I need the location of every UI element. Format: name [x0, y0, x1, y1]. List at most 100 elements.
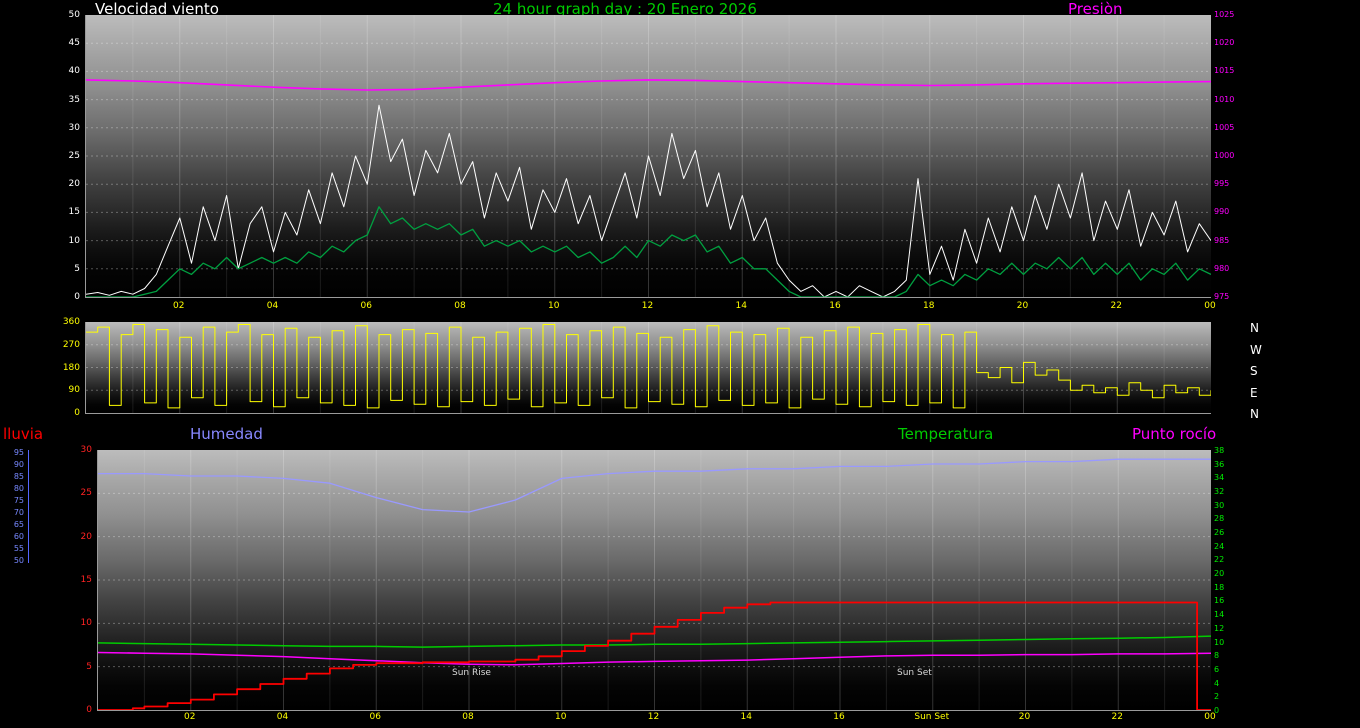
- axis-tick: 2: [1214, 692, 1254, 702]
- axis-tick: 32: [1214, 487, 1254, 497]
- axis-tick: 95: [0, 448, 24, 458]
- axis-tick: 18: [1214, 583, 1254, 593]
- axis-tick: 990: [1214, 207, 1254, 217]
- axis-tick: 12: [1214, 624, 1254, 634]
- axis-tick: 90: [40, 385, 80, 395]
- axis-tick: 1025: [1214, 10, 1254, 20]
- rain-label: lluvia: [3, 425, 43, 443]
- axis-tick: 90: [0, 460, 24, 470]
- axis-tick: 38: [1214, 446, 1254, 456]
- axis-tick: 995: [1214, 179, 1254, 189]
- axis-tick: 4: [1214, 679, 1254, 689]
- axis-tick: 04: [258, 712, 308, 722]
- axis-tick: 180: [40, 363, 80, 373]
- wind-pressure-chart: [85, 15, 1211, 298]
- axis-tick: W: [1250, 345, 1270, 355]
- axis-tick: 20: [1214, 569, 1254, 579]
- axis-tick: 65: [0, 520, 24, 530]
- axis-tick: 1010: [1214, 95, 1254, 105]
- axis-tick: 360: [40, 317, 80, 327]
- axis-tick: 10: [52, 618, 92, 628]
- axis-tick: 10: [536, 712, 586, 722]
- axis-tick: 270: [40, 340, 80, 350]
- axis-tick: 14: [721, 712, 771, 722]
- axis-tick: 20: [40, 179, 80, 189]
- axis-tick: 18: [909, 301, 949, 311]
- wind-pressure-canvas: [86, 15, 1211, 297]
- sun-set-annotation: Sun Set: [897, 668, 932, 678]
- axis-tick: N: [1250, 409, 1270, 419]
- axis-tick: 00: [1190, 301, 1230, 311]
- axis-tick: 1020: [1214, 38, 1254, 48]
- axis-tick: 08: [440, 301, 480, 311]
- wind-direction-chart: [85, 322, 1211, 414]
- axis-tick: 55: [0, 544, 24, 554]
- weather-24h-graph-page: { "header": { "left_title": "Velocidad v…: [0, 0, 1360, 728]
- axis-tick: 15: [52, 575, 92, 585]
- axis-tick: 1005: [1214, 123, 1254, 133]
- axis-tick: 10: [1214, 638, 1254, 648]
- axis-tick: 02: [165, 712, 215, 722]
- axis-tick: 40: [40, 66, 80, 76]
- axis-tick: 02: [159, 301, 199, 311]
- axis-tick: 04: [253, 301, 293, 311]
- axis-tick: 28: [1214, 514, 1254, 524]
- axis-tick: 30: [52, 445, 92, 455]
- axis-tick: 24: [1214, 542, 1254, 552]
- axis-tick: 0: [40, 408, 80, 418]
- axis-tick: 985: [1214, 236, 1254, 246]
- axis-tick: 975: [1214, 292, 1254, 302]
- axis-tick: 15: [40, 207, 80, 217]
- axis-tick: 45: [40, 38, 80, 48]
- axis-tick: 16: [815, 301, 855, 311]
- axis-tick: 12: [629, 712, 679, 722]
- axis-tick: S: [1250, 366, 1270, 376]
- axis-tick: 1000: [1214, 151, 1254, 161]
- axis-tick: 08: [443, 712, 493, 722]
- temp-humidity-rain-canvas: [98, 450, 1211, 710]
- sun-rise-annotation: Sun Rise: [452, 668, 491, 678]
- axis-tick: 50: [40, 10, 80, 20]
- axis-tick: 25: [40, 151, 80, 161]
- axis-tick: 36: [1214, 460, 1254, 470]
- axis-tick: 70: [0, 508, 24, 518]
- axis-tick: 20: [52, 532, 92, 542]
- axis-tick: 14: [1214, 610, 1254, 620]
- axis-tick: 06: [346, 301, 386, 311]
- axis-tick: 35: [40, 95, 80, 105]
- axis-tick: 0: [1214, 706, 1254, 716]
- axis-tick: 12: [628, 301, 668, 311]
- axis-tick: 25: [52, 488, 92, 498]
- axis-tick: 34: [1214, 473, 1254, 483]
- axis-tick: 10: [534, 301, 574, 311]
- axis-tick: N: [1250, 323, 1270, 333]
- humidity-label: Humedad: [190, 425, 263, 443]
- axis-tick: E: [1250, 388, 1270, 398]
- axis-tick: 1015: [1214, 66, 1254, 76]
- axis-tick: 6: [1214, 665, 1254, 675]
- axis-tick: 00: [1185, 712, 1235, 722]
- axis-tick: 22: [1096, 301, 1136, 311]
- axis-tick: 10: [40, 236, 80, 246]
- axis-tick: 60: [0, 532, 24, 542]
- axis-tick: 30: [1214, 501, 1254, 511]
- temperature-label: Temperatura: [898, 425, 993, 443]
- axis-tick: 5: [40, 264, 80, 274]
- axis-tick: 16: [814, 712, 864, 722]
- dew-point-label: Punto rocío: [1132, 425, 1216, 443]
- axis-tick: 22: [1092, 712, 1142, 722]
- humidity-axis-line: [28, 450, 29, 563]
- axis-tick: 50: [0, 556, 24, 566]
- wind-direction-canvas: [86, 322, 1211, 413]
- axis-tick: 0: [40, 292, 80, 302]
- axis-tick: 75: [0, 496, 24, 506]
- axis-tick: 20: [1000, 712, 1050, 722]
- axis-tick: 30: [40, 123, 80, 133]
- axis-tick: 26: [1214, 528, 1254, 538]
- axis-tick: 8: [1214, 651, 1254, 661]
- axis-tick: 22: [1214, 555, 1254, 565]
- axis-tick: 20: [1003, 301, 1043, 311]
- axis-tick: 06: [350, 712, 400, 722]
- axis-tick: 980: [1214, 264, 1254, 274]
- axis-tick: 80: [0, 484, 24, 494]
